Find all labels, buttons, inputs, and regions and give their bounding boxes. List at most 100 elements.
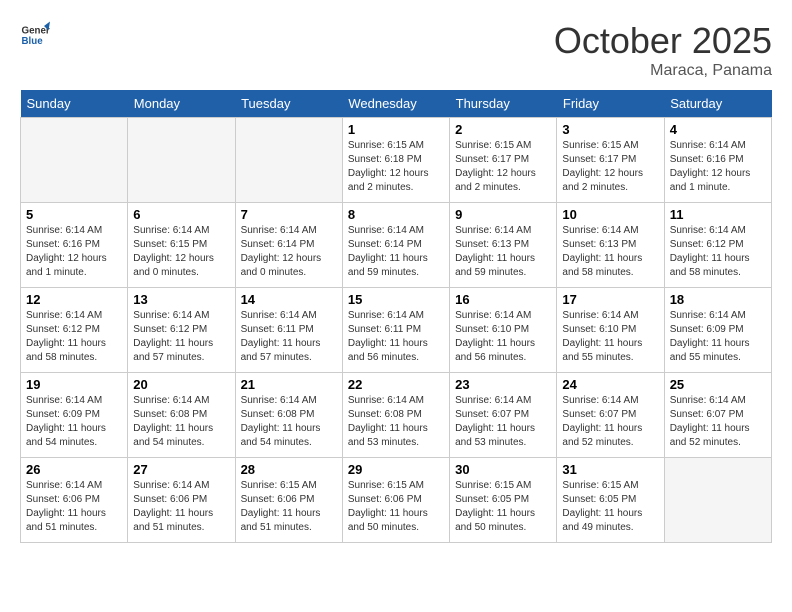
page-header: General Blue October 2025 Maraca, Panama [20, 20, 772, 80]
day-number: 16 [455, 292, 551, 307]
day-info: Sunrise: 6:14 AMSunset: 6:15 PMDaylight:… [133, 225, 214, 278]
calendar-week-2: 5 Sunrise: 6:14 AMSunset: 6:16 PMDayligh… [21, 203, 772, 288]
day-number: 4 [670, 122, 766, 137]
day-info: Sunrise: 6:15 AMSunset: 6:05 PMDaylight:… [562, 480, 642, 533]
calendar-cell: 18 Sunrise: 6:14 AMSunset: 6:09 PMDaylig… [664, 288, 771, 373]
col-friday: Friday [557, 90, 664, 118]
day-info: Sunrise: 6:14 AMSunset: 6:14 PMDaylight:… [348, 225, 428, 278]
calendar-cell: 21 Sunrise: 6:14 AMSunset: 6:08 PMDaylig… [235, 373, 342, 458]
calendar-cell: 26 Sunrise: 6:14 AMSunset: 6:06 PMDaylig… [21, 458, 128, 543]
calendar-cell: 7 Sunrise: 6:14 AMSunset: 6:14 PMDayligh… [235, 203, 342, 288]
day-info: Sunrise: 6:15 AMSunset: 6:05 PMDaylight:… [455, 480, 535, 533]
day-info: Sunrise: 6:14 AMSunset: 6:16 PMDaylight:… [670, 140, 751, 193]
day-number: 27 [133, 462, 229, 477]
day-number: 20 [133, 377, 229, 392]
day-info: Sunrise: 6:14 AMSunset: 6:13 PMDaylight:… [562, 225, 642, 278]
calendar-cell: 23 Sunrise: 6:14 AMSunset: 6:07 PMDaylig… [450, 373, 557, 458]
calendar-cell: 24 Sunrise: 6:14 AMSunset: 6:07 PMDaylig… [557, 373, 664, 458]
calendar-cell: 28 Sunrise: 6:15 AMSunset: 6:06 PMDaylig… [235, 458, 342, 543]
col-wednesday: Wednesday [342, 90, 449, 118]
col-tuesday: Tuesday [235, 90, 342, 118]
calendar-week-4: 19 Sunrise: 6:14 AMSunset: 6:09 PMDaylig… [21, 373, 772, 458]
day-number: 24 [562, 377, 658, 392]
calendar-cell: 17 Sunrise: 6:14 AMSunset: 6:10 PMDaylig… [557, 288, 664, 373]
day-number: 17 [562, 292, 658, 307]
day-info: Sunrise: 6:14 AMSunset: 6:07 PMDaylight:… [455, 395, 535, 448]
day-info: Sunrise: 6:14 AMSunset: 6:13 PMDaylight:… [455, 225, 535, 278]
calendar-table: Sunday Monday Tuesday Wednesday Thursday… [20, 90, 772, 543]
day-number: 31 [562, 462, 658, 477]
col-monday: Monday [128, 90, 235, 118]
calendar-cell: 25 Sunrise: 6:14 AMSunset: 6:07 PMDaylig… [664, 373, 771, 458]
day-info: Sunrise: 6:15 AMSunset: 6:06 PMDaylight:… [241, 480, 321, 533]
day-number: 15 [348, 292, 444, 307]
location: Maraca, Panama [554, 62, 772, 80]
day-number: 10 [562, 207, 658, 222]
calendar-cell: 4 Sunrise: 6:14 AMSunset: 6:16 PMDayligh… [664, 118, 771, 203]
calendar-cell: 15 Sunrise: 6:14 AMSunset: 6:11 PMDaylig… [342, 288, 449, 373]
day-info: Sunrise: 6:14 AMSunset: 6:16 PMDaylight:… [26, 225, 107, 278]
calendar-week-3: 12 Sunrise: 6:14 AMSunset: 6:12 PMDaylig… [21, 288, 772, 373]
calendar-cell: 19 Sunrise: 6:14 AMSunset: 6:09 PMDaylig… [21, 373, 128, 458]
calendar-cell: 10 Sunrise: 6:14 AMSunset: 6:13 PMDaylig… [557, 203, 664, 288]
day-number: 14 [241, 292, 337, 307]
day-info: Sunrise: 6:14 AMSunset: 6:14 PMDaylight:… [241, 225, 322, 278]
day-info: Sunrise: 6:14 AMSunset: 6:07 PMDaylight:… [562, 395, 642, 448]
day-number: 5 [26, 207, 122, 222]
logo: General Blue [20, 20, 52, 50]
day-number: 30 [455, 462, 551, 477]
calendar-cell: 12 Sunrise: 6:14 AMSunset: 6:12 PMDaylig… [21, 288, 128, 373]
day-number: 12 [26, 292, 122, 307]
calendar-cell [21, 118, 128, 203]
calendar-cell: 13 Sunrise: 6:14 AMSunset: 6:12 PMDaylig… [128, 288, 235, 373]
day-info: Sunrise: 6:14 AMSunset: 6:09 PMDaylight:… [670, 310, 750, 363]
calendar-header-row: Sunday Monday Tuesday Wednesday Thursday… [21, 90, 772, 118]
day-number: 7 [241, 207, 337, 222]
calendar-cell: 14 Sunrise: 6:14 AMSunset: 6:11 PMDaylig… [235, 288, 342, 373]
day-number: 18 [670, 292, 766, 307]
title-block: October 2025 Maraca, Panama [554, 20, 772, 80]
day-info: Sunrise: 6:14 AMSunset: 6:07 PMDaylight:… [670, 395, 750, 448]
calendar-cell: 3 Sunrise: 6:15 AMSunset: 6:17 PMDayligh… [557, 118, 664, 203]
day-info: Sunrise: 6:14 AMSunset: 6:12 PMDaylight:… [26, 310, 106, 363]
calendar-cell: 22 Sunrise: 6:14 AMSunset: 6:08 PMDaylig… [342, 373, 449, 458]
day-info: Sunrise: 6:14 AMSunset: 6:12 PMDaylight:… [133, 310, 213, 363]
day-number: 11 [670, 207, 766, 222]
calendar-cell: 16 Sunrise: 6:14 AMSunset: 6:10 PMDaylig… [450, 288, 557, 373]
calendar-week-1: 1 Sunrise: 6:15 AMSunset: 6:18 PMDayligh… [21, 118, 772, 203]
day-info: Sunrise: 6:14 AMSunset: 6:11 PMDaylight:… [241, 310, 321, 363]
calendar-cell: 6 Sunrise: 6:14 AMSunset: 6:15 PMDayligh… [128, 203, 235, 288]
day-number: 2 [455, 122, 551, 137]
day-info: Sunrise: 6:14 AMSunset: 6:10 PMDaylight:… [562, 310, 642, 363]
calendar-cell: 29 Sunrise: 6:15 AMSunset: 6:06 PMDaylig… [342, 458, 449, 543]
day-number: 13 [133, 292, 229, 307]
day-info: Sunrise: 6:14 AMSunset: 6:08 PMDaylight:… [348, 395, 428, 448]
calendar-cell: 2 Sunrise: 6:15 AMSunset: 6:17 PMDayligh… [450, 118, 557, 203]
calendar-cell: 11 Sunrise: 6:14 AMSunset: 6:12 PMDaylig… [664, 203, 771, 288]
day-info: Sunrise: 6:15 AMSunset: 6:06 PMDaylight:… [348, 480, 428, 533]
day-number: 3 [562, 122, 658, 137]
calendar-cell [664, 458, 771, 543]
day-info: Sunrise: 6:14 AMSunset: 6:06 PMDaylight:… [133, 480, 213, 533]
day-number: 21 [241, 377, 337, 392]
day-info: Sunrise: 6:14 AMSunset: 6:06 PMDaylight:… [26, 480, 106, 533]
calendar-cell: 30 Sunrise: 6:15 AMSunset: 6:05 PMDaylig… [450, 458, 557, 543]
calendar-cell: 9 Sunrise: 6:14 AMSunset: 6:13 PMDayligh… [450, 203, 557, 288]
day-info: Sunrise: 6:15 AMSunset: 6:17 PMDaylight:… [562, 140, 643, 193]
day-number: 25 [670, 377, 766, 392]
day-number: 28 [241, 462, 337, 477]
day-number: 1 [348, 122, 444, 137]
day-number: 9 [455, 207, 551, 222]
svg-text:Blue: Blue [22, 36, 44, 47]
calendar-cell [128, 118, 235, 203]
col-saturday: Saturday [664, 90, 771, 118]
day-info: Sunrise: 6:15 AMSunset: 6:18 PMDaylight:… [348, 140, 429, 193]
day-info: Sunrise: 6:14 AMSunset: 6:09 PMDaylight:… [26, 395, 106, 448]
day-info: Sunrise: 6:14 AMSunset: 6:11 PMDaylight:… [348, 310, 428, 363]
logo-icon: General Blue [20, 20, 50, 50]
day-number: 8 [348, 207, 444, 222]
day-number: 26 [26, 462, 122, 477]
calendar-cell: 8 Sunrise: 6:14 AMSunset: 6:14 PMDayligh… [342, 203, 449, 288]
day-info: Sunrise: 6:14 AMSunset: 6:08 PMDaylight:… [133, 395, 213, 448]
calendar-week-5: 26 Sunrise: 6:14 AMSunset: 6:06 PMDaylig… [21, 458, 772, 543]
